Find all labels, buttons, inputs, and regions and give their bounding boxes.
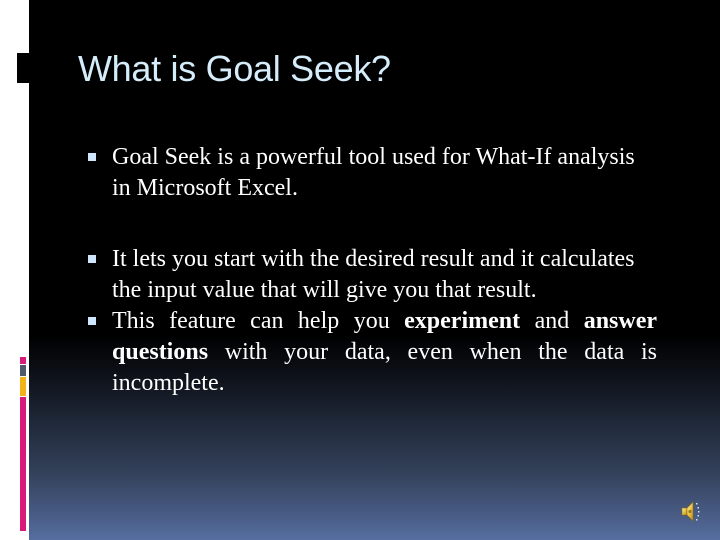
square-bullet-icon: [88, 317, 96, 325]
speaker-icon-graphic: [681, 501, 700, 522]
bullet-text: It lets you start with the desired resul…: [112, 246, 635, 303]
accent-bar-pink-long: [20, 397, 26, 531]
text-segment: and: [520, 308, 584, 334]
speaker-icon[interactable]: [679, 499, 703, 523]
bullet-item-3: This feature can help you experiment and…: [87, 306, 657, 399]
accent-bar-gold: [20, 377, 26, 396]
bullet-text: This feature can help you experiment and…: [112, 306, 657, 399]
bullet-text: Goal Seek is a powerful tool used for Wh…: [112, 144, 635, 201]
slide: What is Goal Seek? Goal Seek is a powerf…: [0, 0, 720, 540]
slide-title: What is Goal Seek?: [78, 48, 391, 89]
bullet-item-2: It lets you start with the desired resul…: [87, 244, 657, 306]
text-segment: This feature can help you: [112, 308, 405, 334]
bullet-item-1: Goal Seek is a powerful tool used for Wh…: [87, 142, 657, 204]
accent-bar-pink-small: [20, 357, 26, 364]
title-marker-block: [17, 53, 29, 83]
bullet-list: Goal Seek is a powerful tool used for Wh…: [87, 142, 657, 399]
emphasis-experiment: experiment: [404, 308, 521, 334]
accent-bar-slate: [20, 365, 26, 376]
square-bullet-icon: [88, 255, 96, 263]
square-bullet-icon: [88, 153, 96, 161]
